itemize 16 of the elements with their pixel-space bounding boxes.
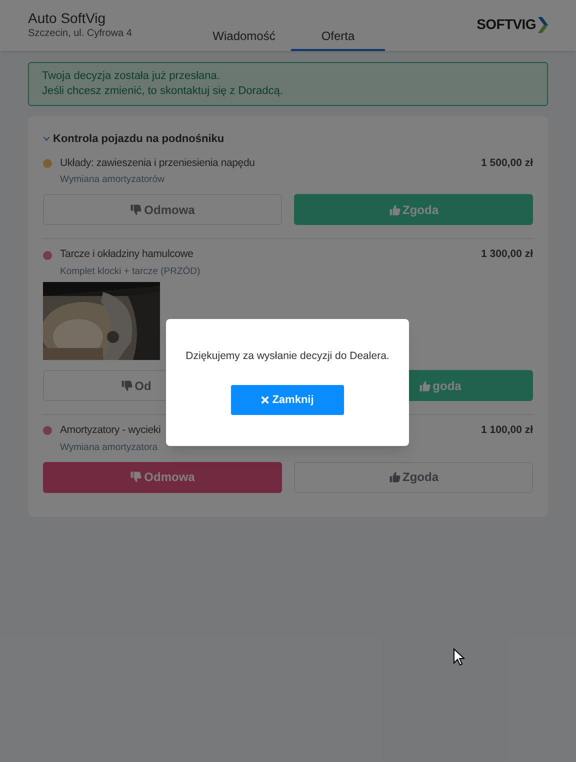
item-title: Tarcze i okładziny hamulcowe xyxy=(60,247,194,262)
item-price: 1 500,00 zł xyxy=(481,156,533,170)
item-title: Amortyzatory - wycieki xyxy=(60,423,161,438)
item-subtitle: Wymiana amortyzatorów xyxy=(60,174,164,186)
item-title: Układy: zawieszenia i przeniesienia napędu xyxy=(60,156,255,170)
company-name: Auto SoftVig xyxy=(28,9,107,27)
alert-text: Jeśli chcesz zmienić, to skontaktuj się z Doradcą. xyxy=(42,84,284,99)
company-address: Szczecin, ul. Cyfrowa 4 xyxy=(28,27,133,41)
item-price: 1 300,00 zł xyxy=(481,247,533,262)
item-subtitle: Komplet klocki + tarcze (PRZÓD) xyxy=(60,266,200,277)
item-price: 1 100,00 zł xyxy=(481,423,533,438)
logo-text: SOFTVIG xyxy=(476,15,536,34)
item-subtitle: Wymiana amortyzatora xyxy=(60,442,158,453)
alert-text: Twoja decyzja została już przesłana. xyxy=(42,69,221,84)
section-title: Kontrola pojazdu na podnośniku xyxy=(53,132,224,147)
modal-message: Dziękujemy za wysłanie decyzji do Dealera. xyxy=(186,349,390,364)
